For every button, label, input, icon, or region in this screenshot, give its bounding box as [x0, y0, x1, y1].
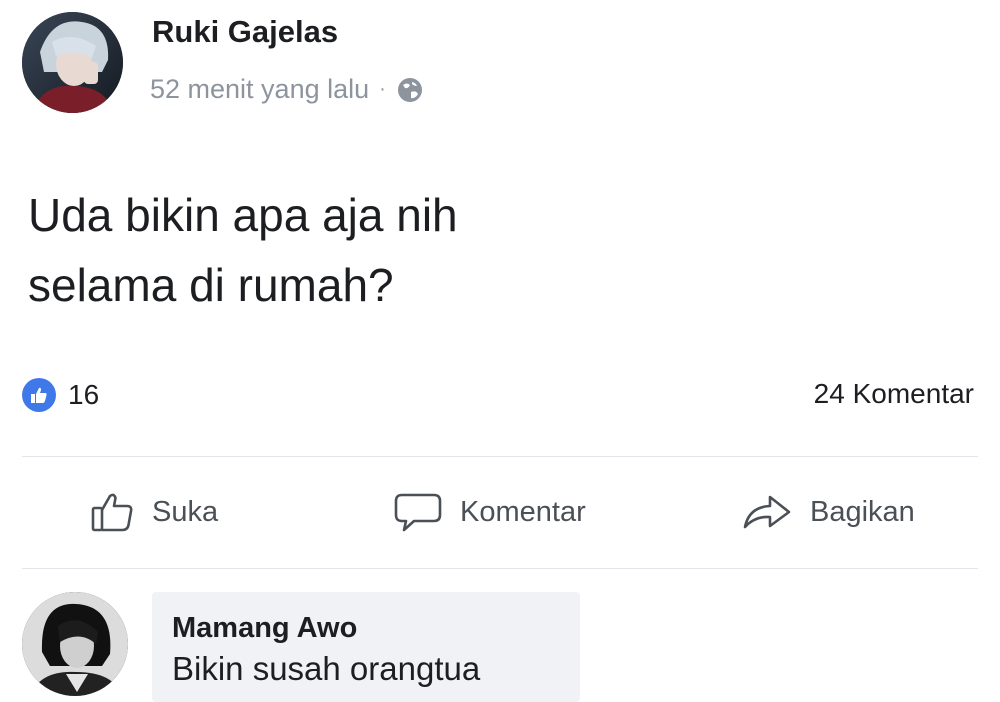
post-text: Uda bikin apa aja nih selama di rumah? [28, 180, 458, 320]
reaction-summary[interactable]: 16 [22, 378, 99, 412]
like-label: Suka [152, 495, 219, 528]
commenter-name[interactable]: Mamang Awo [172, 612, 357, 645]
like-badge-icon [22, 378, 56, 412]
share-label: Bagikan [810, 495, 915, 528]
post-text-line: Uda bikin apa aja nih [28, 189, 458, 241]
thumbs-up-icon [91, 493, 133, 532]
comment-count-link[interactable]: 24 Komentar [814, 378, 974, 410]
comment-bubble-icon [394, 493, 442, 532]
like-button[interactable]: Suka [90, 484, 218, 540]
meta-separator: · [379, 78, 386, 100]
avatar-image [22, 12, 123, 113]
globe-icon[interactable] [396, 76, 424, 104]
comment-button[interactable]: Komentar [392, 484, 586, 540]
facebook-post-card: Ruki Gajelas 52 menit yang lalu · Uda bi… [0, 0, 1000, 702]
commenter-avatar[interactable] [22, 592, 128, 696]
divider [22, 568, 978, 569]
author-avatar[interactable] [22, 12, 123, 113]
comment-bubble: Mamang Awo Bikin susah orangtua [152, 592, 580, 702]
post-time[interactable]: 52 menit yang lalu [150, 74, 369, 105]
comment-text: Bikin susah orangtua [172, 650, 481, 687]
post-meta: 52 menit yang lalu · [150, 74, 424, 105]
share-arrow-icon [743, 495, 791, 529]
post-text-line: selama di rumah? [28, 259, 394, 311]
avatar-image [22, 592, 128, 696]
like-count: 16 [68, 379, 100, 410]
share-button[interactable]: Bagikan [740, 484, 915, 540]
comment-label: Komentar [460, 495, 586, 528]
divider [22, 456, 978, 457]
author-name[interactable]: Ruki Gajelas [152, 14, 338, 50]
